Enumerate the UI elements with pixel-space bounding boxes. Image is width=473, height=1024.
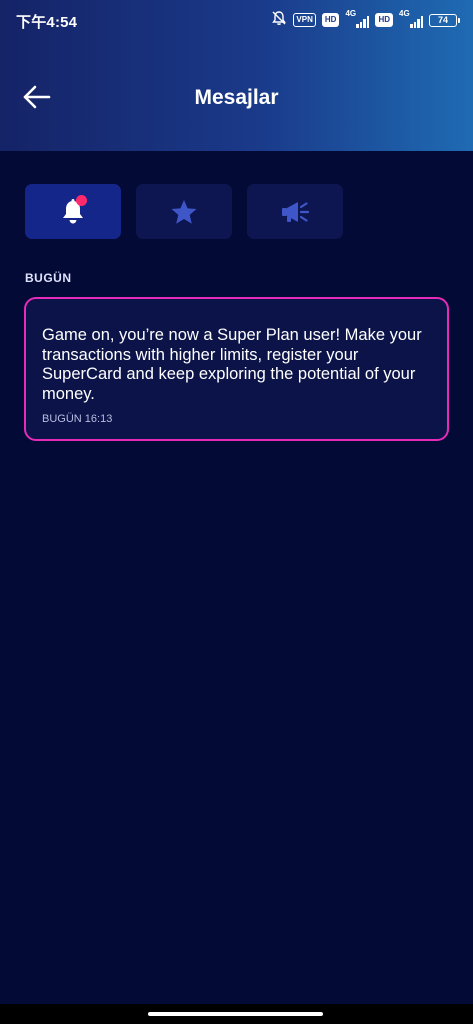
tab-favorites[interactable] <box>136 184 232 239</box>
messages-screen: 下午4:54 VPN HD 4G HD 4G 74 Mesajlar BUGÜN… <box>0 0 473 1024</box>
status-time: 下午4:54 <box>16 14 78 31</box>
status-icons: VPN HD 4G HD 4G 74 <box>271 9 460 31</box>
status-bar: 下午4:54 VPN HD 4G HD 4G 74 <box>0 0 473 40</box>
message-card[interactable]: Game on, you’re now a Super Plan user! M… <box>24 297 449 441</box>
star-icon <box>171 199 197 224</box>
tab-notifications[interactable] <box>25 184 121 239</box>
page-title: Mesajlar <box>194 86 279 109</box>
megaphone-icon <box>282 201 310 222</box>
header: 下午4:54 VPN HD 4G HD 4G 74 Mesajlar <box>0 0 473 151</box>
notification-badge <box>76 195 87 206</box>
message-timestamp: BUGÜN 16:13 <box>42 413 113 425</box>
message-tabs <box>25 184 343 239</box>
hd-badge-2: HD <box>375 13 393 27</box>
section-label-today: BUGÜN <box>25 271 72 285</box>
message-text: Game on, you’re now a Super Plan user! M… <box>42 326 422 403</box>
signal-icon-2: 4G <box>399 9 423 29</box>
hd-badge: HD <box>321 13 340 27</box>
signal-icon: 4G <box>345 9 370 29</box>
battery-icon: 74 <box>429 13 460 27</box>
mute-icon <box>271 10 287 31</box>
vpn-badge: VPN <box>293 13 316 27</box>
navigation-bar <box>0 1004 473 1024</box>
tab-announcements[interactable] <box>247 184 343 239</box>
home-indicator[interactable] <box>148 1012 323 1016</box>
